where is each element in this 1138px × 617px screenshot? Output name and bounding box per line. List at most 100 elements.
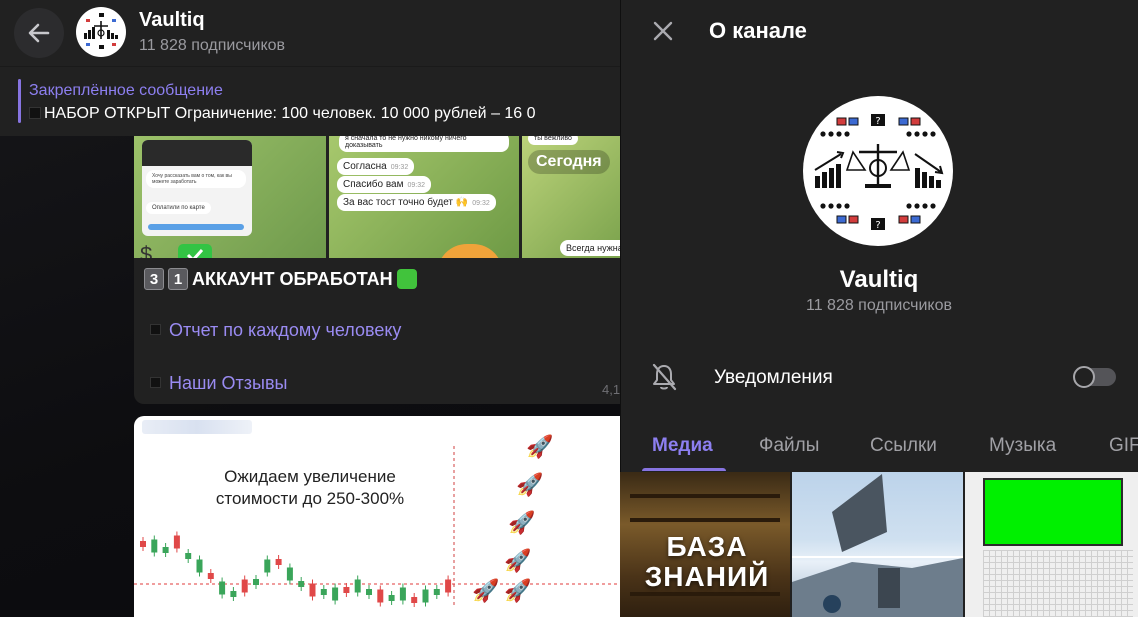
candle-body [196, 559, 203, 573]
candlestick-series [140, 531, 452, 607]
pinned-text: НАБОР ОТКРЫТ Ограничение: 100 человек. 1… [29, 105, 536, 123]
spreadsheet-image [983, 550, 1133, 617]
chat-column: Vaultiq 11 828 подписчиков Закреплённое … [0, 0, 620, 617]
image-caption: Ожидаем увеличение стоимости до 250-300% [200, 466, 420, 510]
candle-body [286, 567, 293, 581]
rocket-icon: 🚀 [516, 472, 543, 497]
post-link-text: Отчет по каждому человеку [169, 320, 402, 340]
chat-header[interactable]: Vaultiq 11 828 подписчиков [0, 0, 620, 66]
tile-text: Согласна 09:32 [337, 158, 415, 175]
sticker-image [437, 244, 503, 258]
media-thumbnail[interactable] [965, 472, 1138, 617]
media-tile[interactable]: я сначала то не нужно никому ничего дока… [329, 136, 519, 258]
candle-body [411, 597, 418, 603]
phone-screenshot: Хочу рассказать вам о том, как вы можете… [142, 140, 252, 236]
channel-post-image[interactable]: 🚀 🚀 🚀 🚀 🚀 🚀 Ожидаем увеличение стоимости до 2… [134, 416, 620, 617]
post-heading: 3 1 АККАУНТ ОБРАБОТАН [144, 268, 417, 290]
notifications-toggle[interactable] [1073, 366, 1116, 388]
tile-text: ты вежливо [528, 136, 578, 145]
channel-info-panel: О канале ? ? Vaultiq 11 828 подписчиков … [620, 0, 1138, 617]
candle-body [173, 535, 180, 549]
candle-body [230, 591, 237, 597]
candle-body [275, 559, 282, 565]
candle-body [388, 595, 395, 601]
candle-body [399, 587, 406, 601]
notifications-row[interactable]: Уведомления [620, 346, 1138, 408]
candle-body [140, 541, 146, 547]
media-thumbnail[interactable] [792, 472, 963, 617]
tile-text: Оплатили по карте [146, 202, 211, 214]
black-square-icon [150, 377, 161, 388]
black-square-icon [29, 107, 41, 119]
tile-text: я сначала то не нужно никому ничего дока… [339, 136, 509, 152]
tab-gif[interactable]: GIF [1109, 435, 1138, 457]
candle-body [366, 589, 372, 595]
media-tabs: Медиа Файлы Ссылки Музыка GIF [620, 418, 1138, 472]
pinned-message-bar[interactable]: Закреплённое сообщение НАБОР ОТКРЫТ Огра… [0, 66, 620, 136]
candle-body [151, 539, 158, 553]
svg-text:?: ? [875, 220, 880, 231]
svg-text:?: ? [875, 116, 880, 127]
thumbnail-text-line: ЗНАНИЙ [644, 561, 770, 592]
caption-line: стоимости до 250-300% [215, 489, 405, 508]
channel-avatar[interactable] [76, 7, 126, 57]
rocket-icon: 🚀 [472, 578, 499, 603]
candle-body [320, 589, 327, 595]
chat-title[interactable]: Vaultiq [139, 9, 205, 32]
back-arrow-icon [28, 23, 50, 43]
black-square-icon [150, 324, 161, 335]
tile-text: Спасибо вам 09:32 [337, 176, 432, 193]
post-view-count: 4,1 [602, 382, 620, 397]
candle-body [377, 589, 384, 603]
bell-off-icon [652, 363, 677, 391]
tab-music[interactable]: Музыка [989, 435, 1056, 457]
date-pill: Сегодня [528, 150, 610, 174]
post-link-text: Наши Отзывы [169, 373, 288, 393]
candle-body [253, 579, 259, 585]
candle-body [185, 553, 192, 559]
pinned-text-body: НАБОР ОТКРЫТ Ограничение: 100 человек. 1… [44, 105, 536, 122]
candle-body [241, 579, 248, 593]
candle-body [343, 587, 350, 593]
toggle-knob [1073, 366, 1095, 388]
candle-body [354, 579, 361, 593]
price-chart-image: 🚀🚀🚀🚀🚀 🚀 [134, 434, 620, 607]
media-tile[interactable]: ты вежливо Сегодня Всегда нужна [522, 136, 620, 258]
pinned-accent-bar [18, 79, 21, 123]
candle-body [219, 581, 226, 595]
close-icon [653, 21, 673, 41]
thumbnail-text-line: БАЗА [666, 531, 748, 562]
tab-files[interactable]: Файлы [759, 435, 819, 457]
post-link-report[interactable]: Отчет по каждому человеку [150, 320, 401, 341]
channel-post[interactable]: Хочу рассказать вам о том, как вы можете… [134, 136, 620, 404]
tile-text: За вас тост точно будет 🙌 09:32 [337, 194, 496, 211]
check-mark-icon [178, 244, 212, 258]
rocket-icon: 🚀 [504, 578, 531, 603]
channel-avatar-large[interactable]: ? ? [803, 96, 953, 246]
back-button[interactable] [14, 8, 64, 58]
tile-text: Хочу рассказать вам о том, как вы можете… [146, 170, 246, 188]
chat-subscriber-count: 11 828 подписчиков [139, 37, 286, 54]
candle-body [433, 589, 440, 595]
channel-subscriber-count: 11 828 подписчиков [805, 297, 952, 314]
media-thumbnail[interactable]: БАЗА ЗНАНИЙ [620, 472, 790, 617]
pinned-label: Закреплённое сообщение [29, 82, 223, 99]
rocket-icons: 🚀🚀🚀🚀🚀 🚀 [472, 434, 553, 603]
keycap-digit: 1 [168, 268, 188, 290]
media-tile[interactable]: Хочу рассказать вам о том, как вы можете… [134, 136, 326, 258]
close-button[interactable] [648, 16, 678, 46]
rocket-icon: 🚀 [508, 510, 535, 535]
candle-body [309, 583, 316, 597]
green-image [983, 478, 1123, 546]
post-media-album[interactable]: Хочу рассказать вам о том, как вы можете… [134, 136, 620, 258]
channel-name: Vaultiq [839, 266, 919, 293]
candle-body [332, 587, 339, 601]
candle-body [162, 547, 169, 553]
channel-logo-icon [84, 13, 118, 49]
panel-title: О канале [709, 18, 807, 43]
tab-links[interactable]: Ссылки [870, 435, 937, 457]
tab-media[interactable]: Медиа [652, 435, 713, 457]
post-link-reviews[interactable]: Наши Отзывы [150, 373, 287, 394]
post-heading-text: АККАУНТ ОБРАБОТАН [192, 268, 393, 289]
media-grid: БАЗА ЗНАНИЙ [620, 472, 1138, 617]
